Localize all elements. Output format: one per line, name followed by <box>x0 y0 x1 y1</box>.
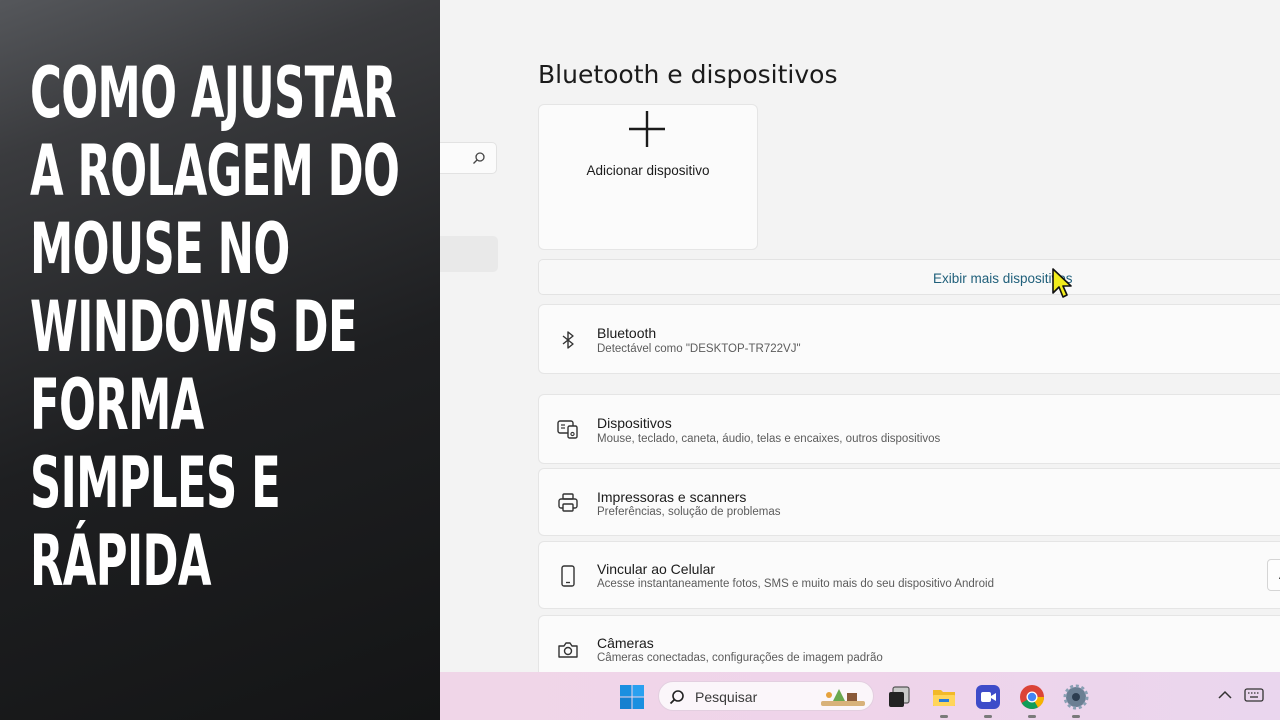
running-indicator <box>1072 715 1080 718</box>
add-device-label: Adicionar dispositivo <box>586 163 710 178</box>
keyboard-icon[interactable] <box>1244 686 1264 704</box>
row-subtitle: Câmeras conectadas, configurações de ima… <box>597 652 883 664</box>
meet-icon[interactable] <box>975 684 1001 710</box>
task-view-icon[interactable] <box>886 684 912 710</box>
title-line-2: A ROLAGEM DO <box>30 130 400 212</box>
phone-icon <box>561 565 575 587</box>
running-indicator <box>984 715 992 718</box>
title-line-7: RÁPIDA <box>30 520 211 602</box>
running-indicator <box>1028 715 1036 718</box>
row-title: Câmeras <box>597 635 654 651</box>
windows-start-icon[interactable] <box>619 684 645 710</box>
mouse-pointer-icon <box>1052 268 1072 298</box>
video-title-overlay: COMO AJUSTAR A ROLAGEM DO MOUSE NO WINDO… <box>0 0 440 720</box>
file-explorer-icon[interactable] <box>931 684 957 710</box>
row-title: Vincular ao Celular <box>597 561 716 577</box>
row-title: Dispositivos <box>597 415 672 431</box>
search-icon <box>669 690 684 705</box>
open-phone-link-button[interactable]: Ab <box>1267 559 1280 591</box>
page-title: Bluetooth e dispositivos <box>538 60 838 89</box>
title-line-4: WINDOWS DE <box>30 286 358 368</box>
devices-icon <box>557 420 578 439</box>
title-line-3: MOUSE NO <box>30 208 290 290</box>
row-subtitle: Acesse instantaneamente fotos, SMS e mui… <box>597 578 994 590</box>
taskbar-search-placeholder: Pesquisar <box>695 689 758 705</box>
plus-icon <box>629 111 665 147</box>
settings-search-box[interactable] <box>440 142 497 174</box>
row-subtitle: Mouse, teclado, caneta, áudio, telas e e… <box>597 433 941 445</box>
sidebar-item-selected[interactable] <box>440 236 498 272</box>
row-title: Bluetooth <box>597 325 657 341</box>
taskbar: Pesquisar <box>440 672 1280 720</box>
show-more-devices-bar[interactable]: Exibir mais dispositivos <box>538 259 1280 295</box>
camera-icon <box>558 642 578 658</box>
settings-window: Bluetooth e dispositivos Adicionar dispo… <box>440 0 1280 672</box>
add-device-card[interactable]: Adicionar dispositivo <box>538 104 758 250</box>
settings-row-devices[interactable]: Dispositivos Mouse, teclado, caneta, áud… <box>538 394 1280 464</box>
row-subtitle: Preferências, solução de problemas <box>597 506 781 518</box>
search-icon <box>473 152 485 164</box>
settings-row-phone-link[interactable]: Vincular ao Celular Acesse instantaneame… <box>538 541 1280 609</box>
row-title: Impressoras e scanners <box>597 489 747 505</box>
settings-row-cameras[interactable]: Câmeras Câmeras conectadas, configuraçõe… <box>538 615 1280 672</box>
title-line-5: FORMA <box>30 364 204 446</box>
search-highlight-icon <box>821 689 865 706</box>
title-line-1: COMO AJUSTAR <box>30 52 397 134</box>
settings-row-printers[interactable]: Impressoras e scanners Preferências, sol… <box>538 468 1280 536</box>
printer-icon <box>558 493 578 512</box>
chrome-icon[interactable] <box>1019 684 1045 710</box>
chevron-up-icon[interactable] <box>1216 686 1234 704</box>
settings-row-bluetooth[interactable]: Bluetooth Detectável como "DESKTOP-TR722… <box>538 304 1280 374</box>
settings-gear-icon[interactable] <box>1063 684 1089 710</box>
row-subtitle: Detectável como "DESKTOP-TR722VJ" <box>597 343 801 355</box>
title-line-6: SIMPLES E <box>30 442 281 524</box>
taskbar-search-box[interactable]: Pesquisar <box>658 681 874 711</box>
bluetooth-icon <box>562 331 574 349</box>
running-indicator <box>940 715 948 718</box>
